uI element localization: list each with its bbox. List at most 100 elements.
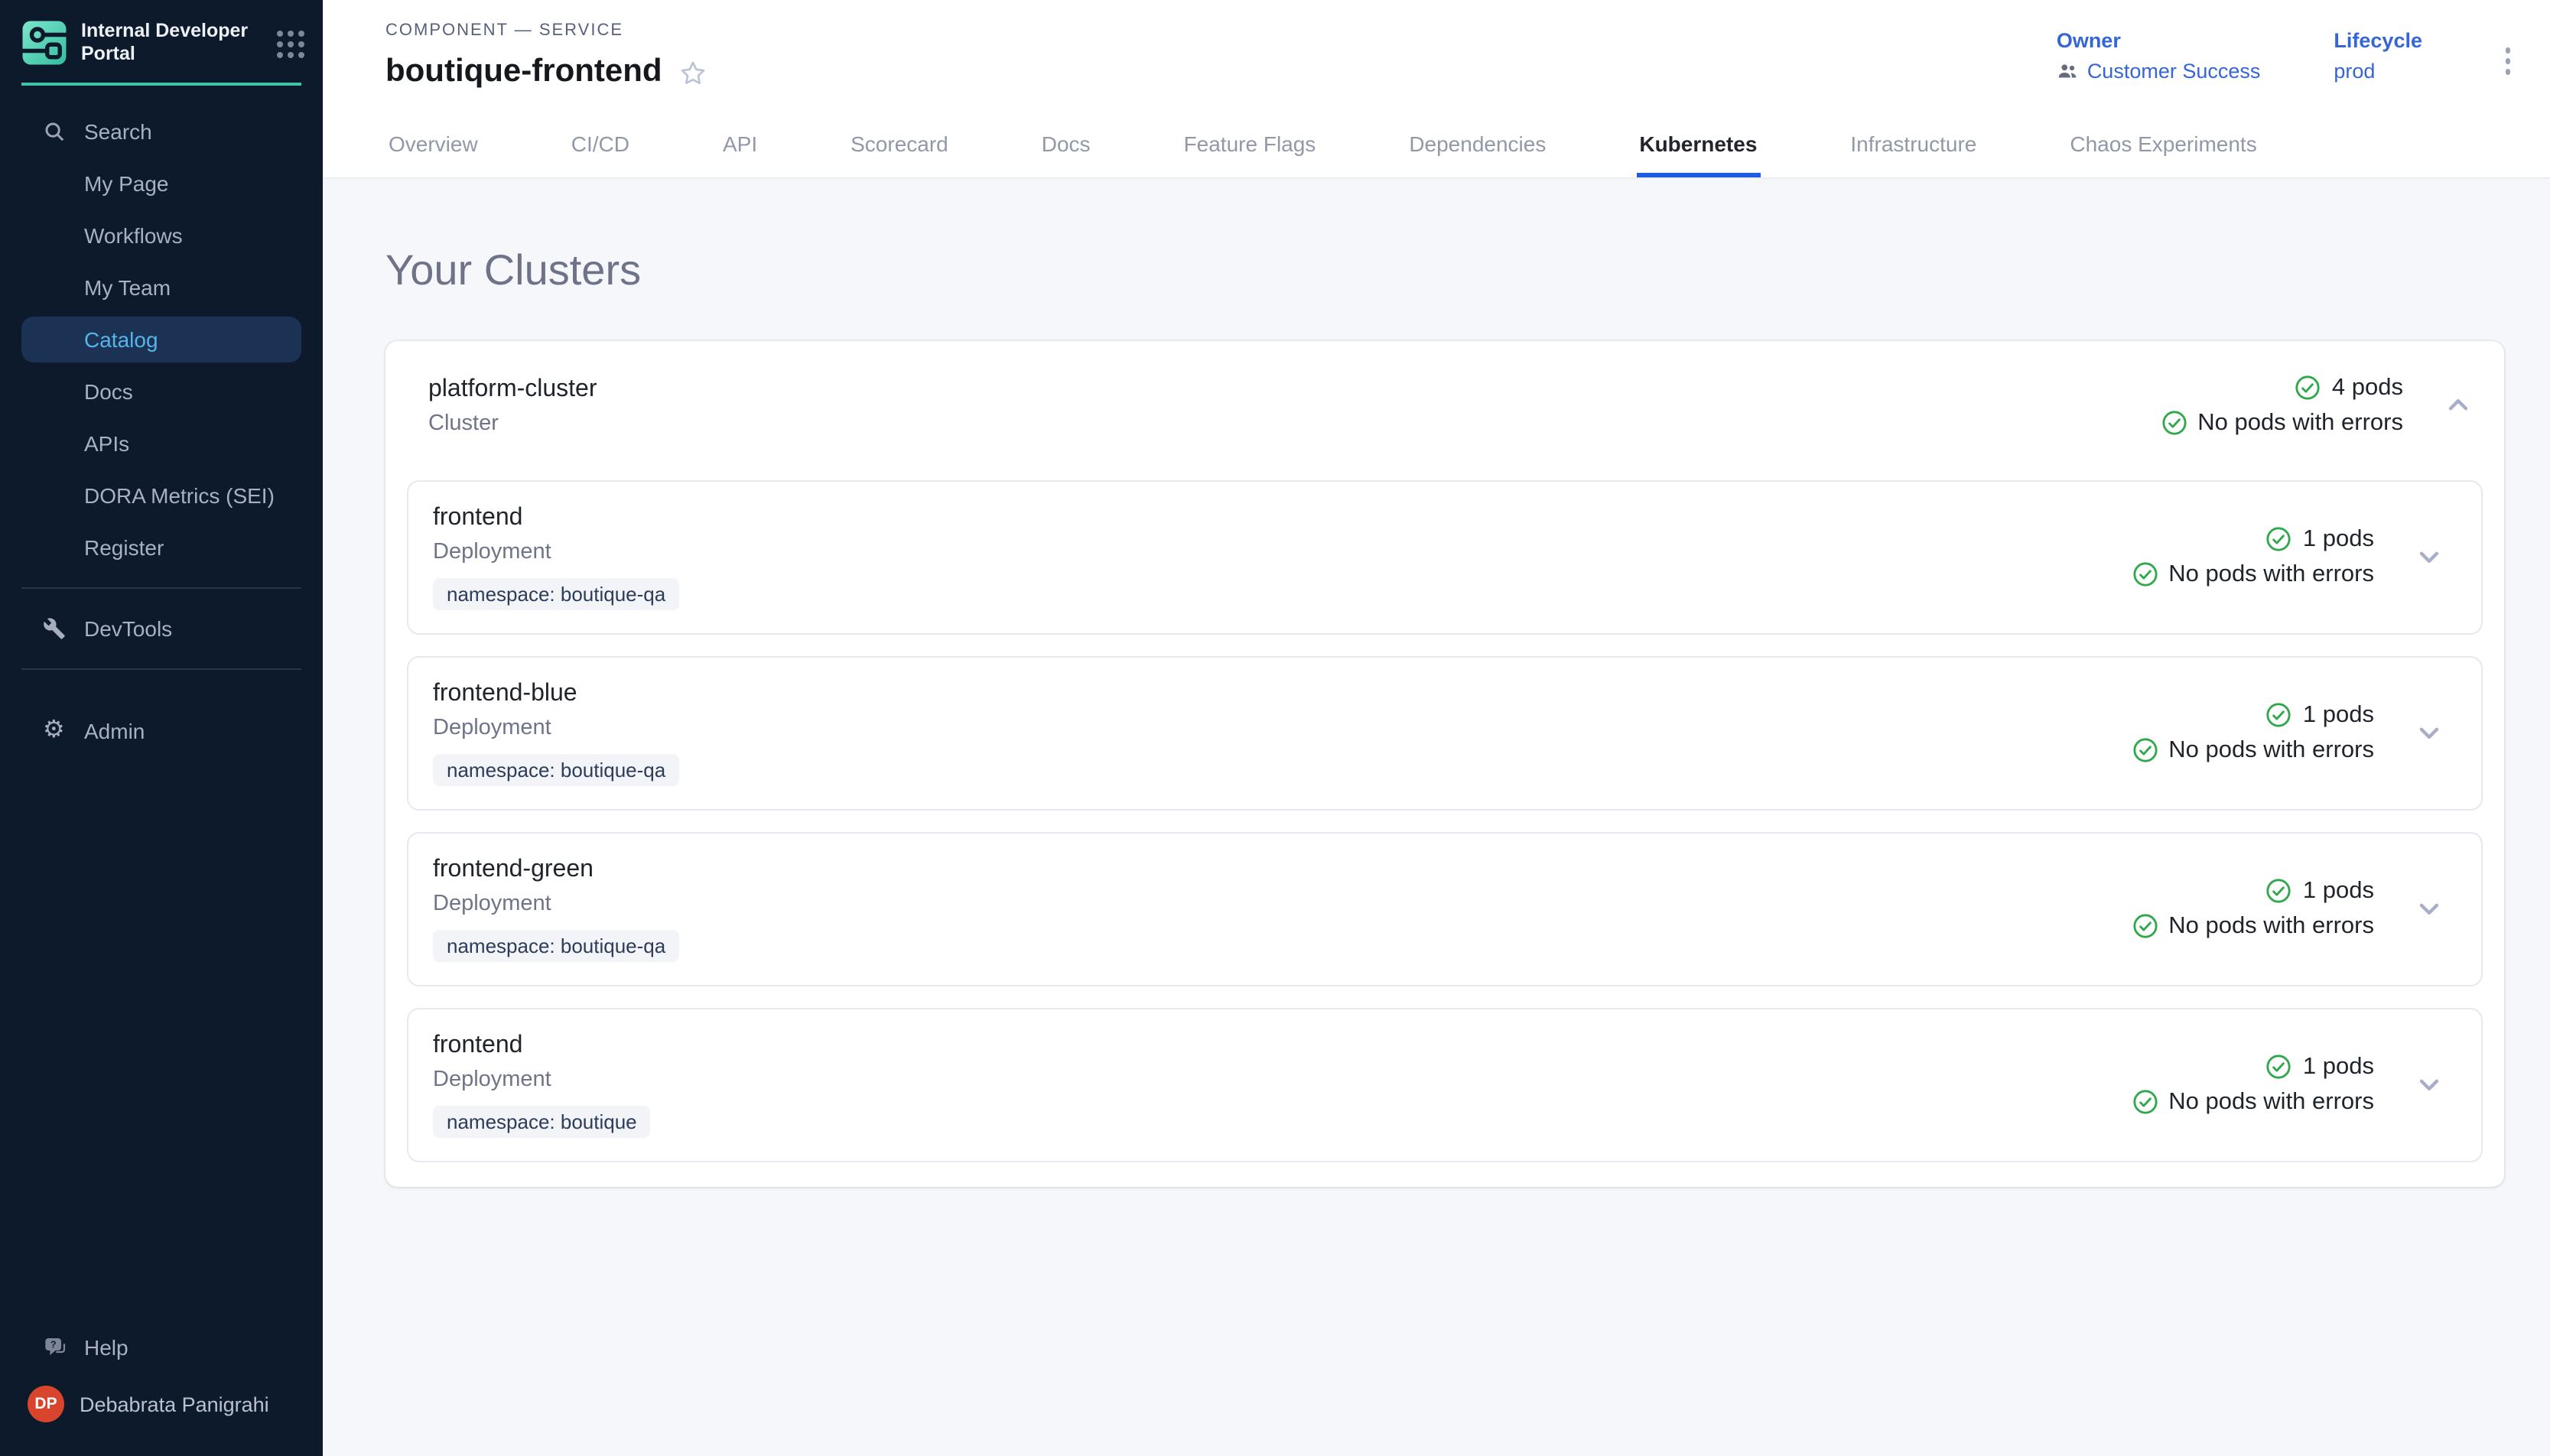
app-logo-icon — [21, 20, 67, 66]
wrench-icon — [43, 617, 66, 640]
workload-name: frontend — [433, 504, 679, 531]
svg-text:?: ? — [50, 1339, 57, 1350]
tab-kubernetes[interactable]: Kubernetes — [1636, 131, 1760, 177]
workload-pods-errors: No pods with errors — [2132, 736, 2374, 764]
cluster-pods-count: 4 pods — [2295, 374, 2403, 401]
check-circle-icon — [2295, 375, 2321, 401]
sidebar-item-devtools[interactable]: DevTools — [0, 603, 323, 655]
workload-row[interactable]: frontend Deployment namespace: boutique-… — [407, 479, 2483, 634]
people-icon — [2057, 60, 2080, 83]
app-title: Internal Developer Portal — [81, 20, 263, 66]
sidebar-item-catalog[interactable]: Catalog — [21, 317, 301, 362]
sidebar-bottom: ? Help DP Debabrata Panigrahi — [0, 1321, 323, 1456]
sidebar: Internal Developer Portal Search My Page… — [0, 0, 323, 1456]
brand-divider — [21, 83, 301, 86]
tab-bar: Overview CI/CD API Scorecard Docs Featur… — [323, 93, 2550, 178]
section-heading: Your Clusters — [385, 245, 2504, 294]
gear-icon: ⚙ — [43, 719, 65, 743]
chevron-up-icon[interactable] — [2443, 390, 2474, 421]
workload-row[interactable]: frontend-green Deployment namespace: bou… — [407, 831, 2483, 986]
sidebar-item-admin[interactable]: ⚙ Admin — [0, 705, 323, 757]
workload-row[interactable]: frontend Deployment namespace: boutique … — [407, 1007, 2483, 1162]
namespace-chip: namespace: boutique — [433, 1105, 651, 1137]
chevron-down-icon[interactable] — [2414, 1069, 2444, 1100]
workload-type: Deployment — [433, 539, 679, 564]
workload-pods-errors: No pods with errors — [2132, 912, 2374, 940]
check-circle-icon — [2132, 737, 2158, 763]
namespace-chip: namespace: boutique-qa — [433, 577, 679, 609]
owner-group: Owner Customer Success — [2057, 29, 2261, 93]
cluster-pods-errors: No pods with errors — [2161, 409, 2403, 437]
brand: Internal Developer Portal — [0, 0, 323, 83]
lifecycle-group: Lifecycle prod — [2334, 29, 2422, 93]
check-circle-icon — [2266, 1054, 2292, 1080]
sidebar-divider — [21, 668, 301, 670]
owner-link[interactable]: Customer Success — [2057, 60, 2261, 83]
tab-api[interactable]: API — [720, 131, 760, 177]
tab-infrastructure[interactable]: Infrastructure — [1847, 131, 1979, 177]
tab-overview[interactable]: Overview — [385, 131, 481, 177]
check-circle-icon — [2266, 878, 2292, 904]
check-circle-icon — [2266, 526, 2292, 552]
workload-pods-count: 1 pods — [2266, 1053, 2374, 1081]
app-switcher-icon[interactable] — [277, 31, 304, 58]
check-circle-icon — [2132, 1089, 2158, 1115]
sidebar-item-register[interactable]: Register — [0, 522, 323, 574]
entity-meta: Owner Customer Success — [2057, 21, 2519, 93]
page-header: COMPONENT — SERVICE boutique-frontend Ow… — [323, 0, 2550, 93]
cluster-card: platform-cluster Cluster 4 pods No pods … — [385, 340, 2504, 1186]
sidebar-divider — [21, 587, 301, 589]
chevron-down-icon[interactable] — [2414, 541, 2444, 572]
chevron-down-icon[interactable] — [2414, 893, 2444, 924]
workload-type: Deployment — [433, 715, 679, 739]
cluster-header[interactable]: platform-cluster Cluster 4 pods No pods … — [407, 359, 2483, 458]
workload-row[interactable]: frontend-blue Deployment namespace: bout… — [407, 655, 2483, 810]
more-options-icon[interactable] — [2496, 29, 2519, 93]
cluster-type: Cluster — [428, 411, 597, 435]
workload-pods-count: 1 pods — [2266, 877, 2374, 905]
lifecycle-value: prod — [2334, 60, 2422, 83]
search-icon — [43, 120, 66, 143]
app-window: Internal Developer Portal Search My Page… — [0, 0, 2550, 1456]
favorite-star-icon[interactable] — [678, 58, 708, 89]
check-circle-icon — [2132, 561, 2158, 587]
lifecycle-label: Lifecycle — [2334, 29, 2422, 52]
tab-feature-flags[interactable]: Feature Flags — [1181, 131, 1319, 177]
sidebar-item-apis[interactable]: APIs — [0, 418, 323, 470]
sidebar-item-my-team[interactable]: My Team — [0, 262, 323, 314]
sidebar-item-help[interactable]: ? Help — [0, 1321, 323, 1373]
sidebar-item-my-page[interactable]: My Page — [0, 158, 323, 210]
chevron-down-icon[interactable] — [2414, 717, 2444, 748]
owner-label: Owner — [2057, 29, 2261, 52]
check-circle-icon — [2132, 913, 2158, 939]
main-area: COMPONENT — SERVICE boutique-frontend Ow… — [323, 0, 2550, 1456]
sidebar-item-dora-metrics[interactable]: DORA Metrics (SEI) — [0, 470, 323, 522]
workload-name: frontend-blue — [433, 680, 679, 707]
user-name: Debabrata Panigrahi — [80, 1393, 269, 1415]
workload-type: Deployment — [433, 1067, 651, 1091]
check-circle-icon — [2266, 702, 2292, 728]
sidebar-item-docs[interactable]: Docs — [0, 366, 323, 418]
tab-dependencies[interactable]: Dependencies — [1406, 131, 1549, 177]
sidebar-nav: Search My Page Workflows My Team Catalog… — [0, 106, 323, 574]
avatar: DP — [28, 1386, 64, 1422]
workload-pods-count: 1 pods — [2266, 701, 2374, 729]
workload-pods-errors: No pods with errors — [2132, 561, 2374, 588]
workload-name: frontend — [433, 1032, 651, 1059]
tab-scorecard[interactable]: Scorecard — [847, 131, 951, 177]
tab-docs[interactable]: Docs — [1039, 131, 1094, 177]
sidebar-item-workflows[interactable]: Workflows — [0, 210, 323, 262]
workload-type: Deployment — [433, 891, 679, 915]
page-title: boutique-frontend — [385, 54, 662, 90]
sidebar-item-search[interactable]: Search — [0, 106, 323, 158]
namespace-chip: namespace: boutique-qa — [433, 753, 679, 785]
check-circle-icon — [2161, 410, 2187, 436]
namespace-chip: namespace: boutique-qa — [433, 929, 679, 961]
tab-chaos-experiments[interactable]: Chaos Experiments — [2067, 131, 2259, 177]
user-menu[interactable]: DP Debabrata Panigrahi — [0, 1373, 323, 1441]
help-chat-icon: ? — [43, 1335, 67, 1360]
kubernetes-tab-content: Your Clusters platform-cluster Cluster 4… — [323, 178, 2550, 1456]
tab-cicd[interactable]: CI/CD — [568, 131, 633, 177]
breadcrumb: COMPONENT — SERVICE — [385, 21, 708, 40]
cluster-name: platform-cluster — [428, 375, 597, 403]
